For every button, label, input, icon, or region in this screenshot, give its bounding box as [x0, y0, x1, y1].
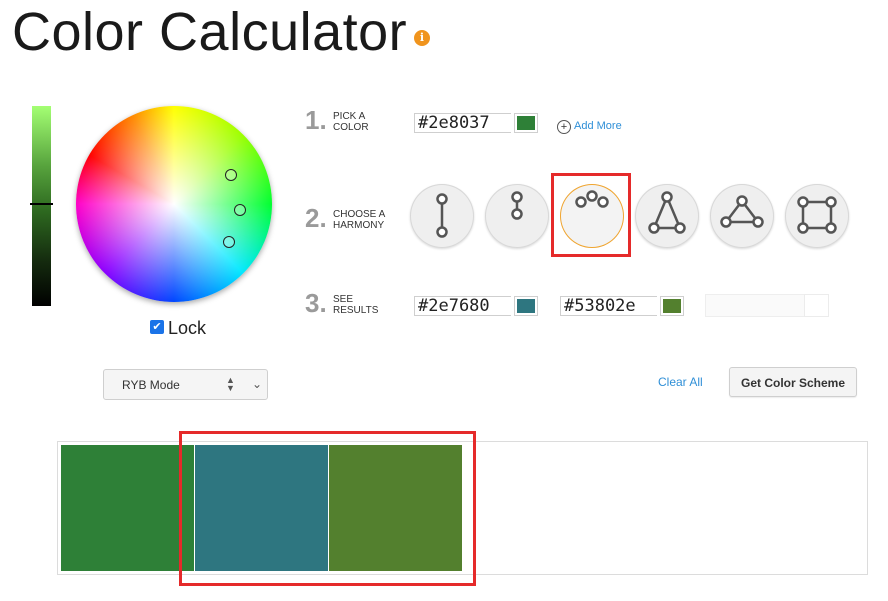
step-1-label-line2: COLOR	[333, 122, 369, 133]
wheel-marker-base[interactable]	[225, 169, 237, 181]
result-2-hex-input[interactable]	[560, 296, 657, 316]
step-2-number: 2.	[305, 203, 327, 233]
harmony-button-triadic[interactable]	[710, 184, 774, 248]
add-more-link[interactable]: Add More	[574, 120, 622, 132]
palette-block-base[interactable]	[61, 445, 194, 571]
get-color-scheme-button[interactable]: Get Color Scheme	[729, 367, 857, 397]
step-2-label: CHOOSE A HARMONY	[333, 209, 385, 231]
tetradic-icon	[797, 196, 837, 234]
step-1-label: PICK A COLOR	[333, 111, 369, 133]
split-complementary-icon	[648, 191, 686, 234]
wheel-marker-analogous-2[interactable]	[223, 236, 235, 248]
step-3-label-line2: RESULTS	[333, 305, 379, 316]
color-mode-select-value: RYB Mode	[122, 378, 180, 392]
sort-arrows-icon: ▲ ▼	[226, 375, 235, 393]
step-3-label: SEE RESULTS	[333, 294, 378, 316]
page-title: Color Calculator	[12, 2, 408, 62]
wheel-marker-analogous-1[interactable]	[234, 204, 246, 216]
annotation-highlight-results	[179, 431, 476, 586]
step-1-label-line1: PICK A	[333, 111, 366, 122]
clear-all-link[interactable]: Clear All	[658, 375, 703, 389]
pick-color-hex-input[interactable]	[414, 113, 511, 133]
step-2-label-line2: HARMONY	[333, 220, 385, 231]
pick-color-swatch[interactable]	[514, 113, 538, 133]
triadic-icon	[720, 195, 764, 228]
plus-circle-icon[interactable]: +	[557, 120, 571, 134]
info-icon[interactable]: i	[414, 30, 430, 46]
brightness-slider-handle[interactable]	[30, 203, 53, 205]
result-1-swatch[interactable]	[514, 296, 538, 316]
lock-checkbox[interactable]: ✔	[150, 320, 164, 334]
chevron-down-icon: ⌄	[252, 377, 263, 391]
monochromatic-icon	[511, 191, 523, 220]
result-2-swatch[interactable]	[660, 296, 684, 316]
annotation-highlight-harmony	[551, 173, 631, 257]
harmony-button-monochromatic[interactable]	[485, 184, 549, 248]
harmony-button-tetradic[interactable]	[785, 184, 849, 248]
lock-label: Lock	[168, 318, 207, 338]
harmony-button-complementary[interactable]	[410, 184, 474, 248]
step-3-label-line1: SEE	[333, 294, 354, 305]
step-2-label-line1: CHOOSE A	[333, 209, 386, 220]
complementary-icon	[436, 193, 448, 238]
harmony-button-split-complementary[interactable]	[635, 184, 699, 248]
brightness-slider[interactable]	[32, 106, 51, 306]
result-3-swatch-empty[interactable]	[804, 294, 829, 317]
color-mode-select[interactable]: RYB Mode ▲ ▼ ⌄	[103, 369, 268, 400]
step-1-number: 1.	[305, 105, 327, 135]
step-3-number: 3.	[305, 288, 327, 318]
result-1-hex-input[interactable]	[414, 296, 511, 316]
